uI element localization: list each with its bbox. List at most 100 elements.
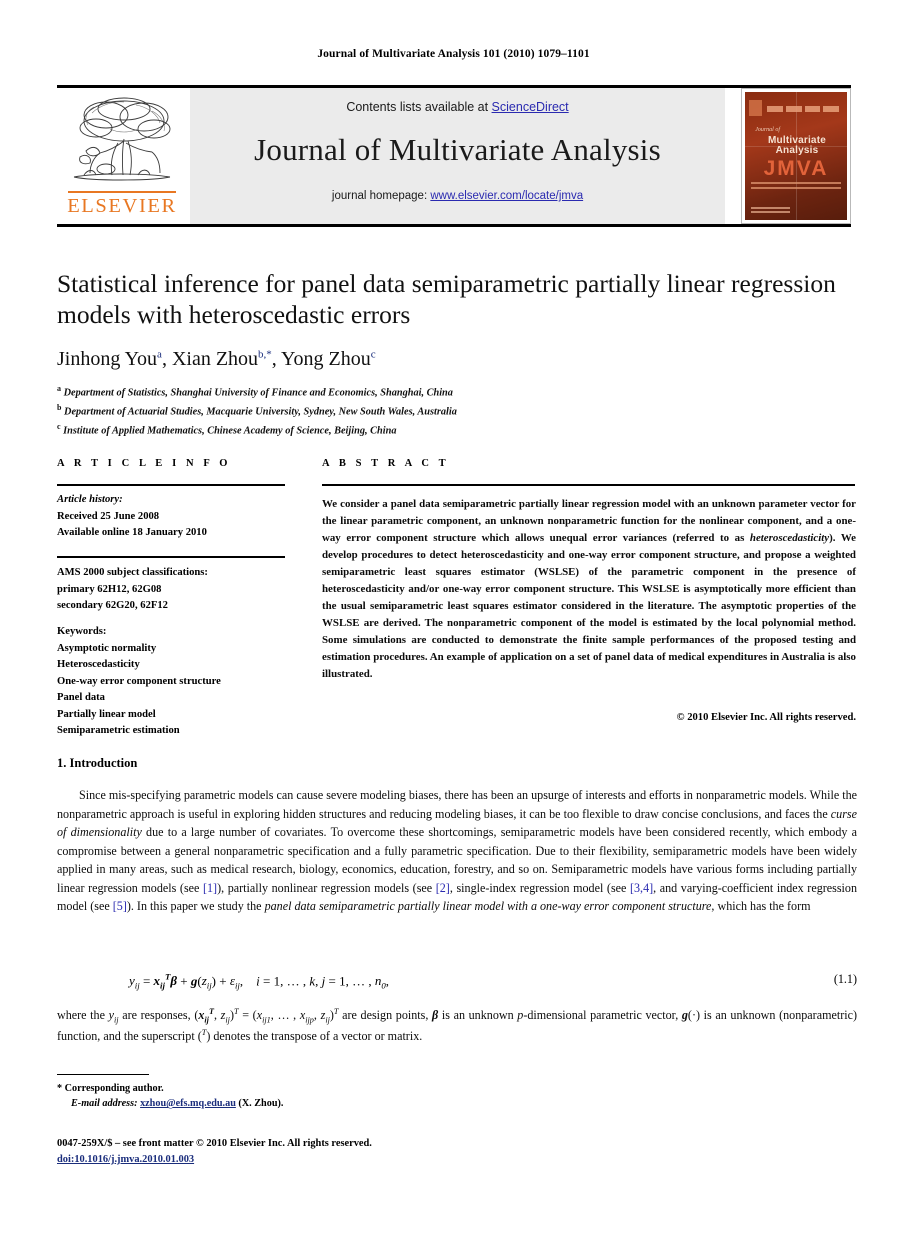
journal-homepage-line: journal homepage: www.elsevier.com/locat… bbox=[332, 190, 583, 202]
cover-acronym: JMVA bbox=[763, 157, 829, 181]
affiliation-mark-c: c bbox=[57, 422, 61, 432]
contents-prefix: Contents lists available at bbox=[346, 100, 492, 114]
introduction-paragraph-1: Since mis-specifying parametric models c… bbox=[57, 786, 857, 916]
keywords-label: Keywords: bbox=[57, 626, 107, 637]
intro-text-g: , which has the form bbox=[711, 899, 811, 913]
abstract-copyright: © 2010 Elsevier Inc. All rights reserved… bbox=[676, 712, 856, 723]
ams-classification-block: AMS 2000 subject classifications: primar… bbox=[57, 565, 297, 615]
contents-lists-line: Contents lists available at ScienceDirec… bbox=[346, 100, 568, 114]
intro-emphasis-2: panel data semiparametric partially line… bbox=[264, 899, 712, 913]
intro-text-a: Since mis-specifying parametric models c… bbox=[57, 788, 857, 821]
cover-journal-name: Multivariate Analysis bbox=[754, 135, 840, 156]
intro2-text-c: are design points, bbox=[338, 1008, 433, 1023]
doi-link[interactable]: doi:10.1016/j.jmva.2010.01.003 bbox=[57, 1152, 657, 1168]
intro2-text-d: is an unknown bbox=[438, 1008, 518, 1023]
article-history-block: Article history: Received 25 June 2008 A… bbox=[57, 492, 297, 542]
issn-block: 0047-259X/$ – see front matter © 2010 El… bbox=[57, 1136, 657, 1167]
elsevier-logo: ELSEVIER bbox=[57, 88, 187, 224]
keyword-item: Panel data bbox=[57, 692, 105, 704]
email-suffix: (X. Zhou). bbox=[235, 1098, 284, 1110]
intro-text-f: ). In this paper we study the bbox=[126, 899, 265, 913]
author-name-1: Jinhong You bbox=[57, 348, 158, 370]
affiliation-item: c Institute of Applied Mathematics, Chin… bbox=[57, 421, 857, 440]
article-history-label: Article history: bbox=[57, 494, 123, 505]
journal-homepage-link[interactable]: www.elsevier.com/locate/jmva bbox=[430, 190, 583, 202]
keyword-item: Partially linear model bbox=[57, 708, 156, 720]
issn-line: 0047-259X/$ – see front matter © 2010 El… bbox=[57, 1138, 372, 1149]
cover-artwork: Journal of Multivariate Analysis JMVA bbox=[745, 92, 847, 220]
affiliation-mark-b: b bbox=[57, 403, 62, 413]
affiliation-mark-a: a bbox=[57, 384, 61, 393]
paper-page: Journal of Multivariate Analysis 101 (20… bbox=[0, 0, 907, 1238]
affiliation-list: a Department of Statistics, Shanghai Uni… bbox=[57, 383, 857, 440]
affiliation-text-b: Department of Actuarial Studies, Macquar… bbox=[64, 406, 457, 418]
affiliation-item: a Department of Statistics, Shanghai Uni… bbox=[57, 383, 857, 402]
ams-primary: primary 62H12, 62G08 bbox=[57, 583, 162, 595]
keyword-item: Asymptotic normality bbox=[57, 642, 157, 654]
email-label: E-mail address: bbox=[71, 1098, 138, 1110]
homepage-prefix: journal homepage: bbox=[331, 190, 431, 202]
author-name-2: Xian Zhou bbox=[171, 348, 259, 370]
intro2-text-g: ) denotes the transpose of a vector or m… bbox=[206, 1029, 423, 1044]
author-mark-1: a bbox=[157, 348, 162, 361]
masthead-bottom-rule bbox=[57, 224, 851, 227]
elsevier-rule bbox=[68, 190, 176, 193]
intro2-text-b: are responses, bbox=[118, 1008, 195, 1023]
citation-ref-3-4[interactable]: [3,4] bbox=[630, 881, 653, 895]
affiliation-item: b Department of Actuarial Studies, Macqu… bbox=[57, 402, 857, 421]
cover-publisher-mark bbox=[749, 99, 763, 117]
cover-journal-of-label: Journal of bbox=[755, 126, 781, 133]
page-title: Statistical inference for panel data sem… bbox=[57, 269, 836, 330]
abstract-emphasis: heteroscedasticity bbox=[749, 532, 830, 544]
journal-cover-thumbnail: Journal of Multivariate Analysis JMVA bbox=[741, 88, 851, 224]
intro2-text-a: where the bbox=[57, 1008, 109, 1023]
article-received-date: Received 25 June 2008 bbox=[57, 510, 160, 522]
intro2-text-e: -dimensional parametric vector, bbox=[523, 1008, 682, 1023]
affiliation-text-c: Institute of Applied Mathematics, Chines… bbox=[63, 425, 397, 437]
cover-top-bars bbox=[767, 106, 839, 113]
elsevier-wordmark: ELSEVIER bbox=[67, 194, 177, 217]
email-note: E-mail address: xzhou@efs.mq.edu.au (X. … bbox=[57, 1096, 577, 1111]
abstract-header: A B S T R A C T bbox=[322, 458, 450, 469]
cover-journal-line2: Analysis bbox=[775, 144, 819, 156]
ams-label: AMS 2000 subject classifications: bbox=[57, 567, 208, 578]
citation-ref-2[interactable]: [2] bbox=[436, 881, 450, 895]
author-list: Jinhong Youa, Xian Zhoub,*, Yong Zhouc bbox=[57, 348, 376, 370]
author-mark-3: c bbox=[370, 348, 376, 361]
author-mark-2: b,* bbox=[258, 348, 272, 361]
author-name-3: Yong Zhou bbox=[281, 348, 371, 370]
corresponding-author-note: * Corresponding author. bbox=[57, 1083, 164, 1094]
citation-ref-1[interactable]: [1] bbox=[203, 881, 217, 895]
journal-title: Journal of Multivariate Analysis bbox=[254, 132, 661, 167]
email-link[interactable]: xzhou@efs.mq.edu.au bbox=[140, 1098, 236, 1109]
abstract-part-2: ). We develop procedures to detect heter… bbox=[322, 532, 856, 680]
ams-secondary: secondary 62G20, 62F12 bbox=[57, 600, 168, 612]
abstract-rule-top bbox=[322, 484, 855, 486]
elsevier-tree-icon bbox=[66, 95, 178, 191]
equation-number: (1.1) bbox=[833, 972, 857, 986]
equation-1-1: (1.1) yij = xijTβ + g(zij) + εij, i = 1,… bbox=[57, 972, 857, 991]
footnote-rule bbox=[57, 1074, 149, 1076]
keyword-item: One-way error component structure bbox=[57, 675, 221, 687]
sciencedirect-link[interactable]: ScienceDirect bbox=[492, 100, 569, 114]
masthead-center-panel: Contents lists available at ScienceDirec… bbox=[190, 88, 725, 224]
abstract-text: We consider a panel data semiparametric … bbox=[322, 496, 856, 683]
running-head: Journal of Multivariate Analysis 101 (20… bbox=[317, 48, 590, 60]
section-heading-introduction: 1. Introduction bbox=[57, 756, 138, 770]
cover-text-lines bbox=[751, 181, 841, 192]
keywords-block: Keywords: Asymptotic normality Heterosce… bbox=[57, 624, 297, 740]
info-rule-top bbox=[57, 484, 285, 486]
intro-text-c: ), partially nonlinear regression models… bbox=[217, 880, 436, 895]
affiliation-text-a: Department of Statistics, Shanghai Unive… bbox=[63, 387, 453, 399]
intro-text-d: , single-index regression model (see bbox=[449, 880, 630, 895]
keyword-item: Heteroscedasticity bbox=[57, 659, 140, 671]
equation-body: yij = xijTβ + g(zij) + εij, i = 1, … , k… bbox=[129, 972, 390, 991]
journal-masthead: ELSEVIER Contents lists available at Sci… bbox=[57, 85, 851, 227]
article-available-date: Available online 18 January 2010 bbox=[57, 527, 207, 539]
introduction-paragraph-2: where the yij are responses, (xijT, zij)… bbox=[57, 1007, 857, 1044]
article-info-header: A R T I C L E I N F O bbox=[57, 458, 232, 469]
footnote-block: * Corresponding author. E-mail address: … bbox=[57, 1081, 577, 1112]
citation-ref-5[interactable]: [5] bbox=[113, 899, 127, 913]
info-rule-mid bbox=[57, 556, 285, 558]
keyword-item: Semiparametric estimation bbox=[57, 725, 180, 737]
